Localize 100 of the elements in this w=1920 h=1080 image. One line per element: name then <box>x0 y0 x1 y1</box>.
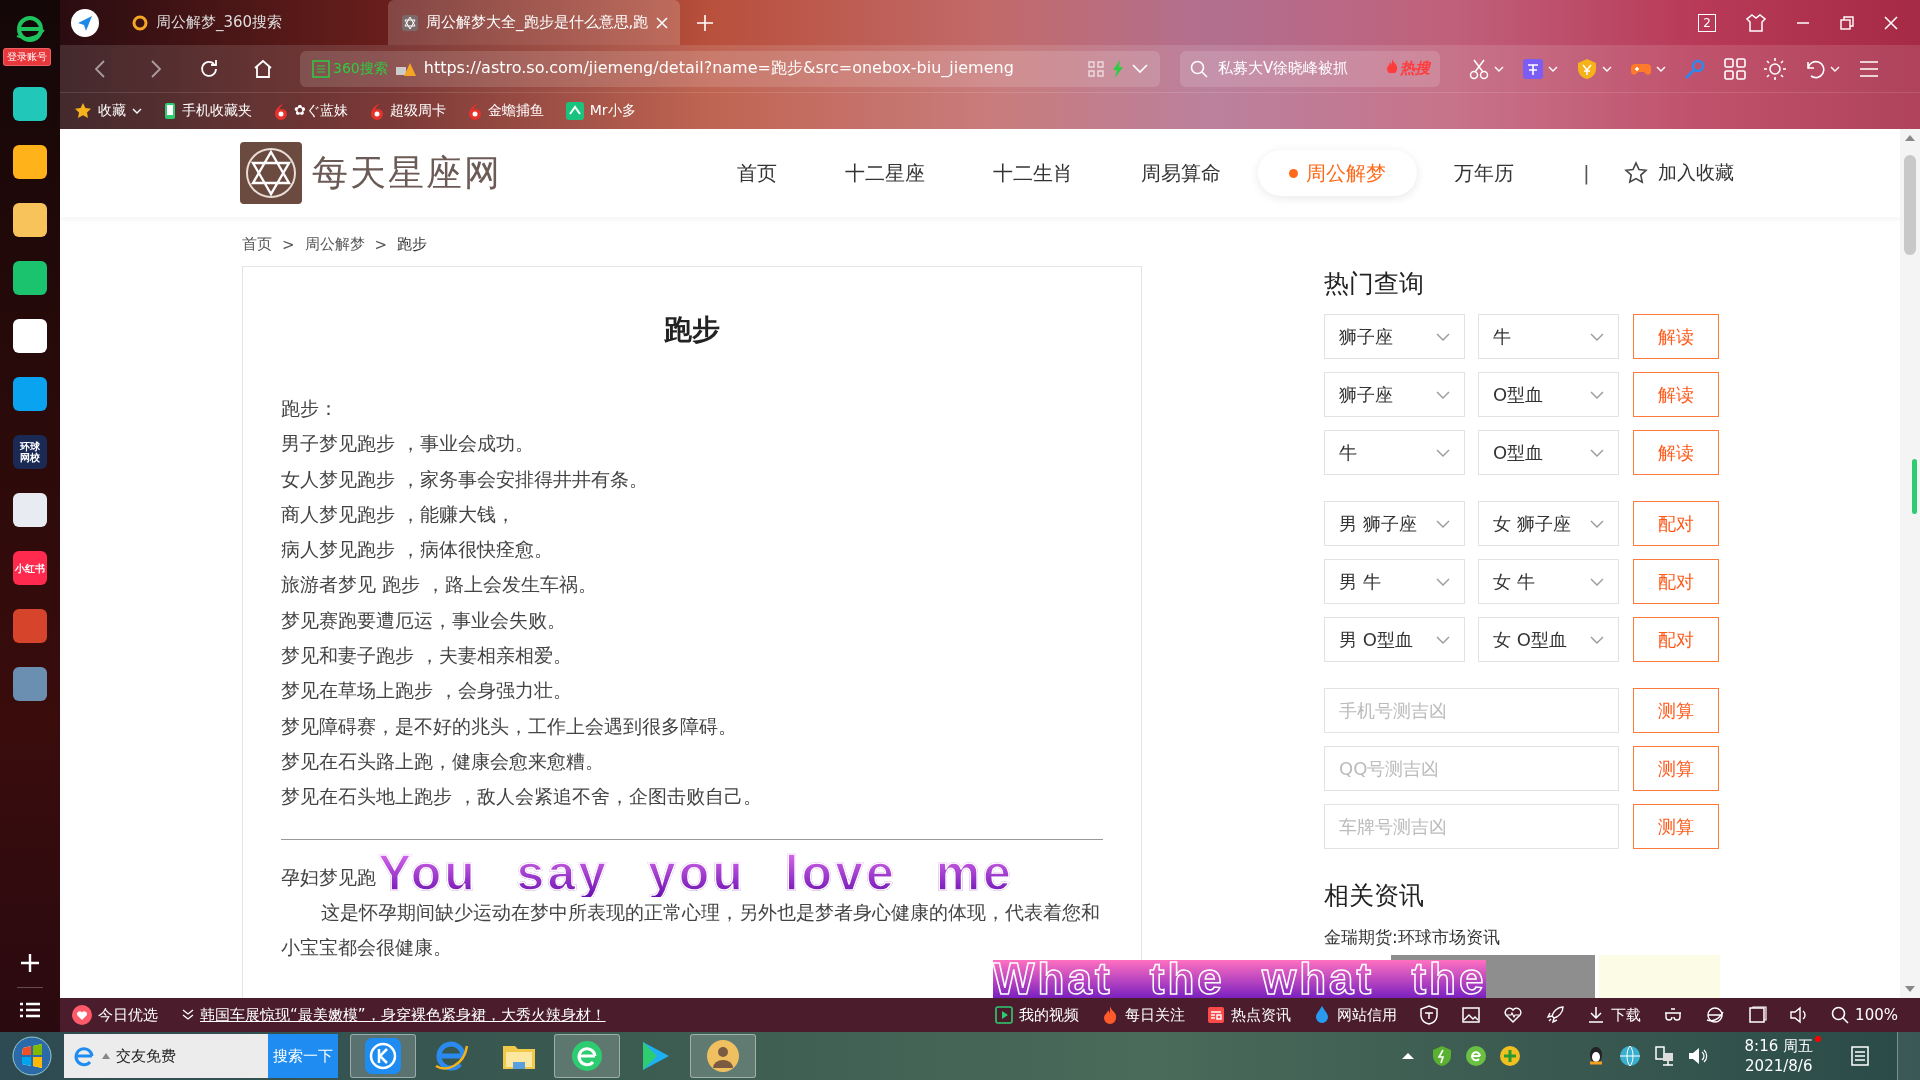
app-icon[interactable]: 小红书 <box>13 551 47 585</box>
dropdown[interactable]: 女 O型血 <box>1478 617 1619 662</box>
image-icon[interactable] <box>1461 1005 1482 1025</box>
browser-tab[interactable]: 周公解梦_360搜索 <box>118 0 388 45</box>
bookmark[interactable]: 金蟾捕鱼 <box>467 102 544 120</box>
status-link[interactable]: 我的视频 <box>995 1005 1080 1025</box>
taskbar-app[interactable] <box>554 1034 620 1078</box>
section-title: 相关资讯 <box>1324 880 1425 912</box>
browser-logo-icon[interactable] <box>15 14 45 44</box>
translate-icon[interactable] <box>1522 57 1544 80</box>
headline-link[interactable]: 韩国车展惊现“最美嫩模”，身穿裸色紧身裙，大秀火辣身材！ <box>182 1005 606 1025</box>
breadcrumb-link[interactable]: 周公解梦 <box>304 235 365 254</box>
list-icon[interactable] <box>20 1002 40 1018</box>
dropdown[interactable]: 男 狮子座 <box>1324 501 1465 546</box>
dropdown[interactable]: 牛 <box>1324 430 1465 475</box>
chevron-down-icon[interactable] <box>1132 63 1148 74</box>
side-handle[interactable] <box>1912 459 1917 514</box>
scissors-icon[interactable] <box>1468 57 1490 80</box>
send-icon[interactable] <box>70 7 100 38</box>
scroll-down-icon[interactable] <box>1905 986 1915 992</box>
app-icon[interactable] <box>13 203 47 237</box>
article-text: 梦见在石头地上跑步 ，敌人会紧追不舍，企图击败自己。 <box>281 784 764 810</box>
dropdown[interactable]: O型血 <box>1478 372 1619 417</box>
news-link[interactable]: 金瑞期货:环球市场资讯 <box>1324 926 1720 949</box>
status-link[interactable]: 热点资讯 <box>1207 1005 1292 1025</box>
dropdown[interactable]: 狮子座 <box>1324 314 1465 359</box>
search-field[interactable]: 交友免费 <box>64 1034 268 1078</box>
bookmark[interactable]: 手机收藏夹 <box>164 102 252 120</box>
bookmark[interactable]: Mr小多 <box>565 102 636 120</box>
clock[interactable]: 8:16 周五 2021/8/6 <box>1744 1036 1813 1076</box>
dropdown[interactable]: 男 O型血 <box>1324 617 1465 662</box>
taskbar-app[interactable] <box>690 1034 756 1078</box>
app-icon[interactable]: 环球网校 <box>13 435 47 469</box>
dropdown[interactable]: 男 牛 <box>1324 559 1465 604</box>
window-icon[interactable] <box>1747 1005 1768 1025</box>
download-link[interactable]: 下载 <box>1587 1005 1642 1025</box>
breadcrumb-link[interactable]: 首页 <box>242 235 272 254</box>
status-link[interactable]: 每日关注 <box>1101 1005 1186 1025</box>
bookmark[interactable]: 收藏 <box>74 102 142 120</box>
avatar-icon <box>705 1038 741 1074</box>
daily-pick-link[interactable]: 今日优选 <box>72 1005 158 1025</box>
app-icon[interactable] <box>13 145 47 179</box>
start-button-icon[interactable] <box>12 1036 52 1076</box>
input-field[interactable]: QQ号测吉凶 <box>1324 746 1619 791</box>
network-icon[interactable] <box>1652 1045 1675 1067</box>
close-icon[interactable] <box>1884 15 1898 30</box>
shield-coin-icon[interactable] <box>1576 57 1598 80</box>
star-logo-icon[interactable] <box>240 142 302 204</box>
app-icon[interactable] <box>13 319 47 353</box>
speaker-icon[interactable] <box>1686 1045 1709 1067</box>
article-text: 梦见赛跑要遭厄运，事业会失败。 <box>281 607 567 633</box>
add-icon[interactable] <box>20 953 40 973</box>
browser-e-icon[interactable] <box>1705 1005 1726 1025</box>
reload-icon[interactable] <box>198 57 220 80</box>
status-link[interactable]: 网站信用 <box>1313 1005 1398 1025</box>
close-icon[interactable] <box>656 16 669 29</box>
app-icon[interactable] <box>13 493 47 527</box>
dropdown[interactable]: 狮子座 <box>1324 372 1465 417</box>
nav-link[interactable]: 十二星座 <box>814 150 956 196</box>
dropdown[interactable]: 女 狮子座 <box>1478 501 1619 546</box>
login-badge[interactable]: 登录账号 <box>3 48 51 66</box>
chevron-down-icon <box>1436 635 1450 644</box>
scrollbar[interactable] <box>1900 129 1920 998</box>
scroll-up-icon[interactable] <box>1905 135 1915 141</box>
browser-e-icon[interactable] <box>1464 1045 1487 1067</box>
restore-icon[interactable] <box>1840 15 1854 30</box>
dropdown[interactable]: O型血 <box>1478 430 1619 475</box>
globe-icon[interactable] <box>1618 1045 1641 1067</box>
input-field[interactable]: 车牌号测吉凶 <box>1324 804 1619 849</box>
clock-date: 2021/8/6 <box>1745 1056 1813 1076</box>
rocket-icon[interactable] <box>1545 1005 1566 1025</box>
nav-link[interactable]: 首页 <box>706 150 808 196</box>
plus-circle-icon[interactable] <box>1498 1045 1521 1067</box>
heartbeat-icon[interactable] <box>1503 1005 1524 1025</box>
home-icon[interactable] <box>252 57 274 80</box>
zoom-level[interactable]: 100% <box>1831 1006 1898 1024</box>
input-field[interactable]: 手机号测吉凶 <box>1324 688 1619 733</box>
taskbar-app[interactable] <box>350 1034 416 1078</box>
dropdown[interactable]: 女 牛 <box>1478 559 1619 604</box>
nav-link[interactable]: 万年历 <box>1423 150 1545 196</box>
shield-icon[interactable] <box>1430 1045 1453 1067</box>
new-tab-icon[interactable] <box>696 13 715 32</box>
scrollbar-thumb[interactable] <box>1904 155 1916 255</box>
shield-icon[interactable] <box>1419 1005 1440 1025</box>
bookmark[interactable]: ✿ぐ蓝妹 <box>274 102 348 120</box>
action-center-icon[interactable] <box>1849 1045 1871 1067</box>
app-icon[interactable] <box>13 377 47 411</box>
app-icon[interactable] <box>13 261 47 295</box>
brightness-icon[interactable] <box>1764 57 1786 80</box>
apps-grid-icon[interactable] <box>1724 57 1746 80</box>
nav-link[interactable]: 周易算命 <box>1110 150 1252 196</box>
skin-icon[interactable] <box>1746 13 1766 32</box>
browser-tab[interactable]: 周公解梦大全_跑步是什么意思,跑 <box>388 0 681 45</box>
favorite-link[interactable]: 加入收藏 <box>1623 160 1734 186</box>
bookmark[interactable]: 超级周卡 <box>369 102 446 120</box>
site-logo-text[interactable]: 每天星座网 <box>312 148 502 198</box>
nav-link[interactable]: 十二生肖 <box>962 150 1104 196</box>
app-icon[interactable] <box>13 87 47 121</box>
window-count[interactable]: 2 <box>1698 13 1716 32</box>
dropdown[interactable]: 牛 <box>1478 314 1619 359</box>
